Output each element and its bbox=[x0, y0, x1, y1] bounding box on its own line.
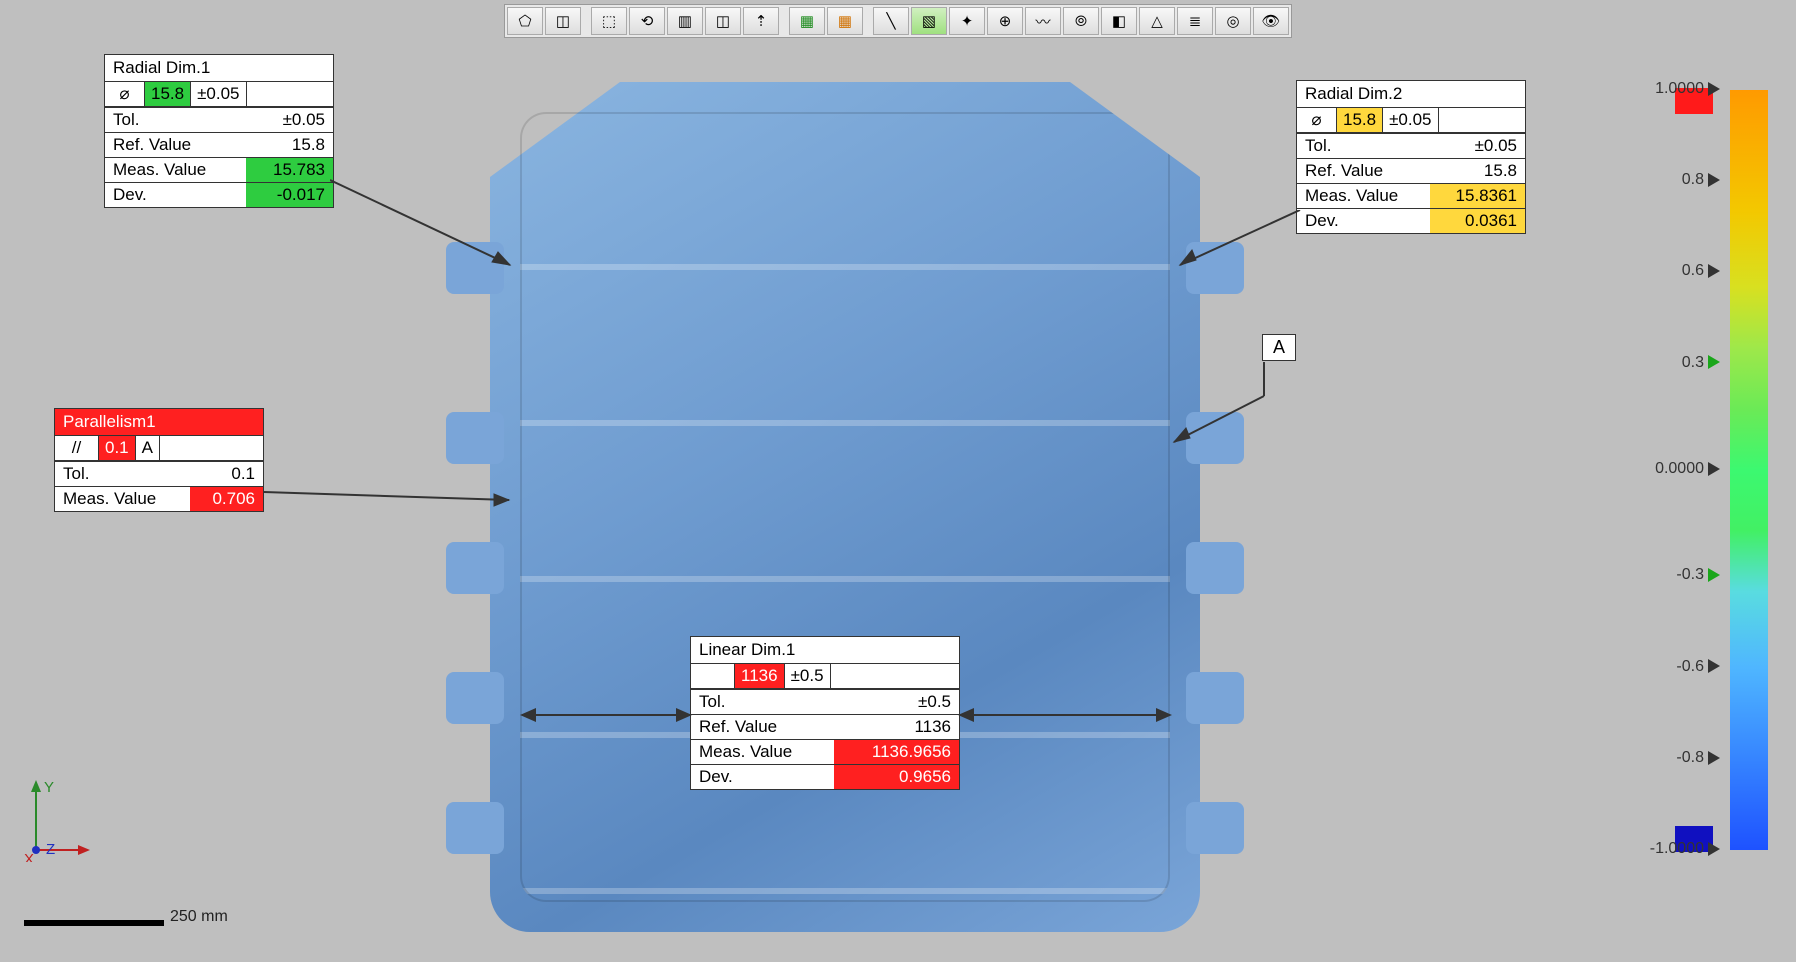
nominal-value: 15.8 bbox=[1337, 108, 1383, 132]
colorbar-tick: 0.8 bbox=[1682, 171, 1720, 189]
tool-poly[interactable]: ⬠ bbox=[507, 7, 543, 35]
datum-a[interactable]: A bbox=[1262, 334, 1296, 361]
svg-text:Y: Y bbox=[44, 779, 54, 796]
tool-target[interactable]: ◎ bbox=[1215, 7, 1251, 35]
tool-wire[interactable]: ⬚ bbox=[591, 7, 627, 35]
gdt-datum-ref: A bbox=[136, 436, 160, 460]
tool-grid-green[interactable]: ▦ bbox=[789, 7, 825, 35]
tool-rotate[interactable]: ⟲ bbox=[629, 7, 665, 35]
nominal-value: 15.8 bbox=[145, 82, 191, 106]
tool-cube[interactable]: ◫ bbox=[545, 7, 581, 35]
nominal-value: 1136 bbox=[735, 664, 785, 688]
tool-eye[interactable]: 👁 bbox=[1253, 7, 1289, 35]
diameter-icon: ⌀ bbox=[105, 82, 145, 106]
tool-up[interactable]: ⇡ bbox=[743, 7, 779, 35]
tool-split[interactable]: ◫ bbox=[705, 7, 741, 35]
tool-select-rect[interactable]: ▧ bbox=[911, 7, 947, 35]
callout-radial-dim-1[interactable]: Radial Dim.1 ⌀ 15.8 ±0.05 Tol.±0.05 Ref.… bbox=[104, 54, 334, 208]
callout-parallelism-1[interactable]: Parallelism1 // 0.1 A Tol.0.1 Meas. Valu… bbox=[54, 408, 264, 512]
tool-mirror[interactable]: ◧ bbox=[1101, 7, 1137, 35]
tool-rotate-center[interactable]: ✦ bbox=[949, 7, 985, 35]
cad-part[interactable] bbox=[490, 82, 1200, 932]
tool-tri[interactable]: △ bbox=[1139, 7, 1175, 35]
scale-bar: 250 mm bbox=[24, 908, 228, 926]
tool-line[interactable]: ╲ bbox=[873, 7, 909, 35]
tool-zoom-fit[interactable]: ⊕ bbox=[987, 7, 1023, 35]
callout-radial-dim-2[interactable]: Radial Dim.2 ⌀ 15.8 ±0.05 Tol.±0.05 Ref.… bbox=[1296, 80, 1526, 234]
tolerance-symbol: ±0.05 bbox=[191, 82, 246, 106]
callout-title: Radial Dim.1 bbox=[105, 55, 333, 82]
colorbar-tick: 0.3 bbox=[1682, 354, 1720, 372]
tolerance-symbol: ±0.05 bbox=[1383, 108, 1438, 132]
colorbar-tick: 1.0000 bbox=[1655, 80, 1720, 98]
gdt-value: 0.1 bbox=[99, 436, 136, 460]
colorbar bbox=[1730, 90, 1768, 850]
dim-arrow-right bbox=[960, 714, 1170, 716]
colorbar-tick: -0.8 bbox=[1676, 749, 1720, 767]
dim-arrow-left bbox=[522, 714, 690, 716]
colorbar-tick: -1.0000 bbox=[1650, 840, 1720, 858]
callout-title: Linear Dim.1 bbox=[691, 637, 959, 664]
callout-title: Radial Dim.2 bbox=[1297, 81, 1525, 108]
colorbar-tick: 0.6 bbox=[1682, 262, 1720, 280]
toolbar: ⬠ ◫ ⬚ ⟲ ▥ ◫ ⇡ ▦ ▦ ╲ ▧ ✦ ⊕ 〰 ⦾ ◧ △ ≣ ◎ 👁 bbox=[504, 4, 1292, 38]
svg-text:X: X bbox=[24, 851, 34, 862]
parallelism-icon: // bbox=[55, 436, 99, 460]
tool-panel[interactable]: ▥ bbox=[667, 7, 703, 35]
colorbar-tick: 0.0000 bbox=[1655, 460, 1720, 478]
tool-curve[interactable]: 〰 bbox=[1025, 7, 1061, 35]
diameter-icon: ⌀ bbox=[1297, 108, 1337, 132]
svg-text:Z: Z bbox=[46, 841, 55, 858]
tool-grid-orange[interactable]: ▦ bbox=[827, 7, 863, 35]
tool-sel-curve[interactable]: ⦾ bbox=[1063, 7, 1099, 35]
colorbar-tick: -0.6 bbox=[1676, 658, 1720, 676]
callout-linear-dim-1[interactable]: Linear Dim.1 1136 ±0.5 Tol.±0.5 Ref. Val… bbox=[690, 636, 960, 790]
callout-title: Parallelism1 bbox=[55, 409, 263, 436]
tolerance-symbol: ±0.5 bbox=[785, 664, 831, 688]
colorbar-tick: -0.3 bbox=[1676, 566, 1720, 584]
axis-triad: Y X Z bbox=[24, 778, 94, 862]
tool-layers[interactable]: ≣ bbox=[1177, 7, 1213, 35]
